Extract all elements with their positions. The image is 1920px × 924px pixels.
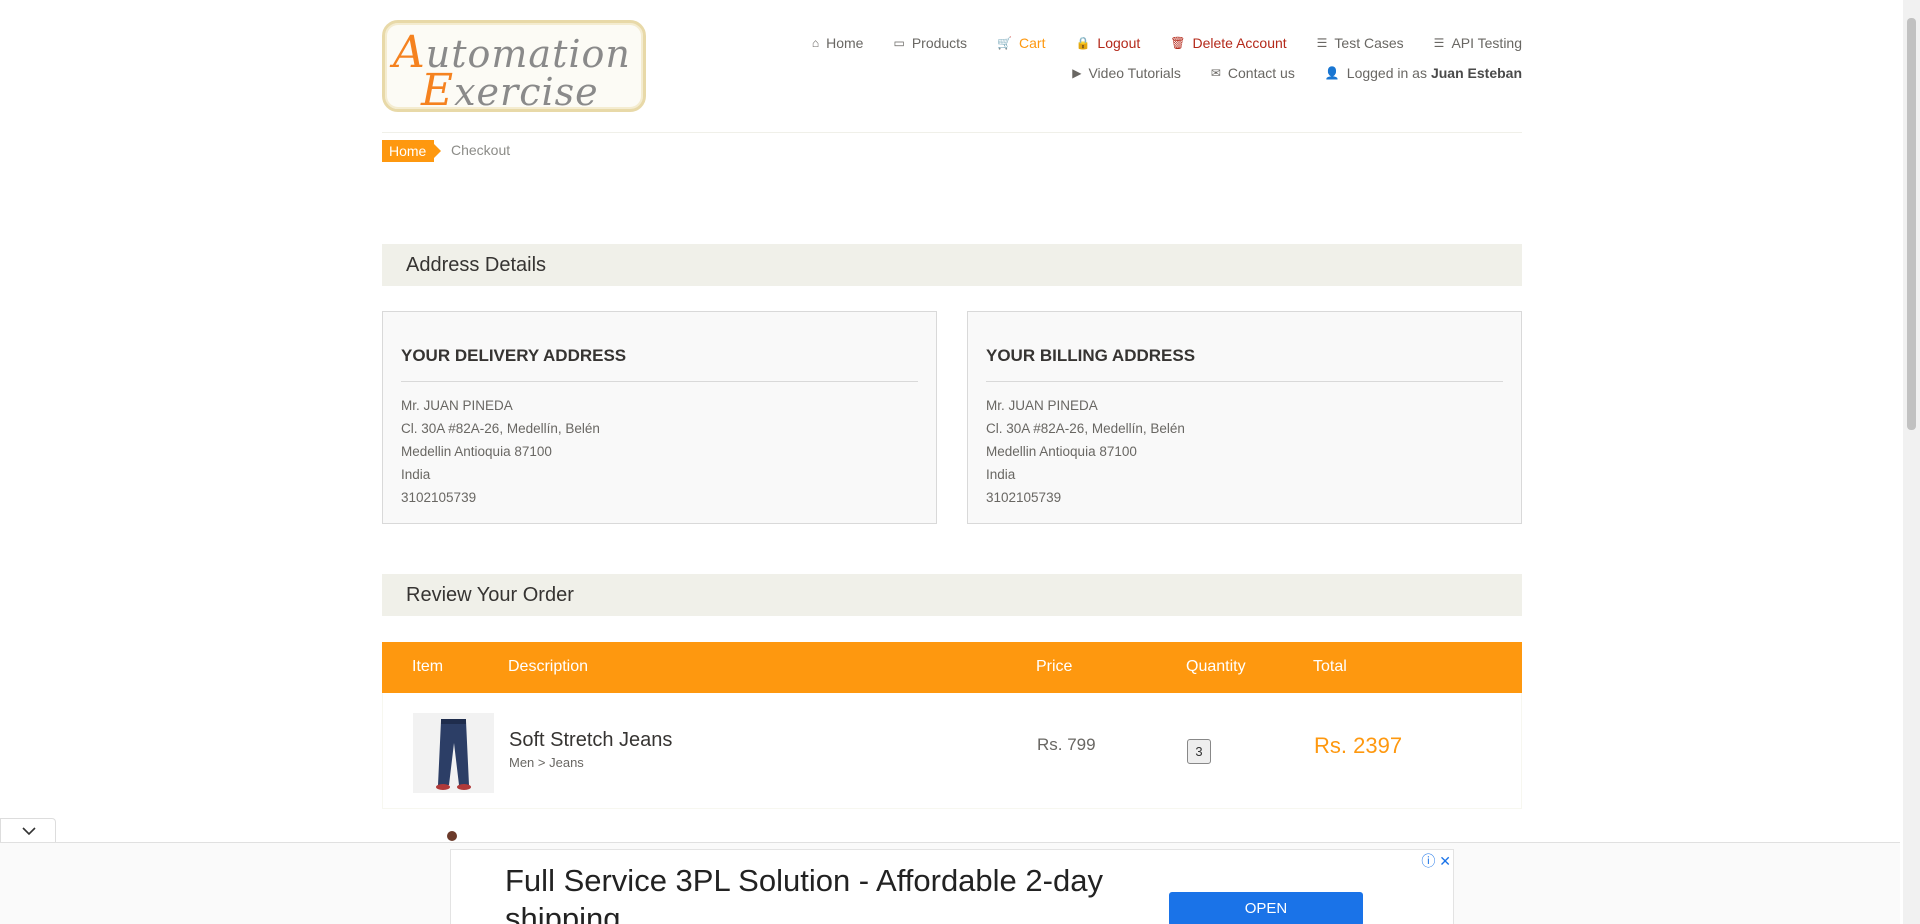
- breadcrumb-home[interactable]: Home: [382, 140, 442, 162]
- header-item: Item: [412, 658, 444, 675]
- ad-content[interactable]: Full Service 3PL Solution - Affordable 2…: [450, 849, 1454, 924]
- billing-country: India: [986, 467, 1016, 482]
- nav-home[interactable]: ⌂ Home: [812, 35, 864, 51]
- table-row: [382, 809, 1522, 841]
- trash-icon: 🗑: [1170, 36, 1186, 50]
- delivery-city: Medellin Antioquia 87100: [401, 444, 552, 459]
- logged-in-username: Juan Esteban: [1430, 65, 1522, 81]
- delivery-address1: Cl. 30A #82A-26, Medellín, Belén: [401, 421, 600, 436]
- product-price: Rs. 799: [1037, 735, 1096, 754]
- delivery-country: India: [401, 467, 431, 482]
- delivery-phone: 3102105739: [401, 490, 477, 505]
- billing-city: Medellin Antioquia 87100: [986, 444, 1137, 459]
- product-image[interactable]: [442, 829, 462, 841]
- page-scrollbar[interactable]: [1903, 0, 1920, 924]
- nav-logout[interactable]: 🔒 Logout: [1075, 35, 1140, 51]
- nav-delete-account[interactable]: 🗑 Delete Account: [1170, 35, 1286, 51]
- nav-cart[interactable]: 🛒 Cart: [997, 35, 1045, 51]
- chevron-down-icon: [22, 827, 36, 836]
- billing-phone: 3102105739: [986, 490, 1062, 505]
- header-divider: [382, 132, 1522, 133]
- ad-banner: Full Service 3PL Solution - Affordable 2…: [0, 842, 1900, 924]
- cart-icon: 🛒: [997, 36, 1013, 50]
- product-category: Men > Jeans: [509, 755, 584, 770]
- header-price: Price: [1036, 658, 1073, 675]
- header-total: Total: [1313, 658, 1347, 675]
- billing-address-title: YOUR BILLING ADDRESS: [986, 346, 1503, 382]
- breadcrumb-current: Checkout: [451, 142, 511, 158]
- header-description: Description: [508, 658, 589, 675]
- envelope-icon: ✉: [1210, 66, 1221, 80]
- list-icon: ☰: [1316, 36, 1328, 50]
- site-logo[interactable]: Automation Exercise: [382, 20, 646, 116]
- delivery-address-box: YOUR DELIVERY ADDRESS Mr. JUAN PINEDA Cl…: [382, 311, 937, 524]
- nav-row-2: ▶ Video Tutorials ✉ Contact us 👤 Logged in …: [762, 58, 1522, 88]
- home-icon: ⌂: [811, 36, 820, 50]
- delivery-name: Mr. JUAN PINEDA: [401, 398, 513, 413]
- ad-open-button[interactable]: OPEN: [1169, 892, 1363, 924]
- product-total: Rs. 2397: [1314, 733, 1403, 758]
- ad-close-icon[interactable]: ⓘ ✕: [1421, 851, 1451, 871]
- ad-collapse-toggle[interactable]: [0, 818, 56, 842]
- nav-api-testing[interactable]: ☰ API Testing: [1434, 35, 1522, 51]
- table-row: Soft Stretch Jeans Men > Jeans Rs. 799 3…: [382, 693, 1522, 809]
- logo-line-2: Exercise: [421, 65, 599, 116]
- product-image[interactable]: [413, 713, 494, 793]
- delivery-address-title: YOUR DELIVERY ADDRESS: [401, 346, 918, 382]
- main-nav: ⌂ Home ▭ Products 🛒 Cart 🔒 Logout 🗑 Delete Ac…: [762, 28, 1522, 88]
- header-quantity: Quantity: [1186, 658, 1246, 675]
- billing-address1: Cl. 30A #82A-26, Medellín, Belén: [986, 421, 1185, 436]
- nav-test-cases[interactable]: ☰ Test Cases: [1317, 35, 1404, 51]
- billing-name: Mr. JUAN PINEDA: [986, 398, 1098, 413]
- cart-table-header: Item Description Price Quantity Total: [382, 642, 1522, 693]
- nav-row-1: ⌂ Home ▭ Products 🛒 Cart 🔒 Logout 🗑 Delete Ac…: [762, 28, 1522, 58]
- user-icon: 👤: [1324, 66, 1340, 80]
- billing-address-box: YOUR BILLING ADDRESS Mr. JUAN PINEDA Cl.…: [967, 311, 1522, 524]
- list-icon: ☰: [1433, 36, 1445, 50]
- product-name[interactable]: Soft Stretch Jeans: [509, 729, 672, 752]
- address-details-heading: Address Details: [382, 244, 1522, 286]
- product-quantity: 3: [1187, 739, 1211, 764]
- lock-icon: 🔒: [1075, 36, 1091, 50]
- nav-logged-in-as[interactable]: 👤 Logged in as Juan Esteban: [1325, 65, 1522, 81]
- review-order-heading: Review Your Order: [382, 574, 1522, 616]
- ad-title[interactable]: Full Service 3PL Solution - Affordable 2…: [505, 862, 1125, 924]
- nav-contact-us[interactable]: ✉ Contact us: [1211, 65, 1295, 81]
- nav-products[interactable]: ▭ Products: [893, 35, 967, 51]
- briefcase-icon: ▭: [893, 36, 905, 50]
- scrollbar-thumb[interactable]: [1907, 18, 1916, 430]
- nav-video-tutorials[interactable]: ▶ Video Tutorials: [1072, 65, 1181, 81]
- youtube-icon: ▶: [1072, 66, 1082, 80]
